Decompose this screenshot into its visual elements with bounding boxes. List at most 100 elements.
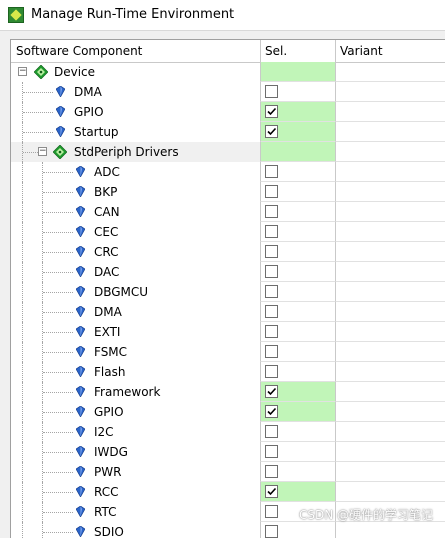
collapse-toggle-icon[interactable]: −	[18, 67, 27, 76]
variant-cell[interactable]	[335, 262, 445, 282]
column-header-software-component[interactable]: Software Component	[16, 44, 142, 58]
variant-cell[interactable]	[335, 302, 445, 322]
variant-cell[interactable]	[335, 242, 445, 262]
variant-cell[interactable]	[335, 362, 445, 382]
sel-cell	[260, 482, 335, 502]
tree-row[interactable]: DAC	[11, 262, 445, 282]
component-label: SDIO	[94, 525, 124, 538]
variant-cell[interactable]	[335, 462, 445, 482]
component-gem-icon	[75, 185, 86, 198]
checkbox-unchecked[interactable]	[265, 85, 278, 98]
component-gem-icon	[75, 245, 86, 258]
checkbox-checked[interactable]	[265, 385, 278, 398]
checkbox-unchecked[interactable]	[265, 225, 278, 238]
component-label: RTC	[94, 505, 117, 519]
tree-row[interactable]: Flash	[11, 362, 445, 382]
variant-cell[interactable]	[335, 102, 445, 122]
checkbox-unchecked[interactable]	[265, 285, 278, 298]
tree-row[interactable]: IWDG	[11, 442, 445, 462]
component-gem-icon	[75, 425, 86, 438]
component-label: CAN	[94, 205, 120, 219]
collapse-toggle-icon[interactable]: −	[38, 147, 47, 156]
tree-row[interactable]: FSMC	[11, 342, 445, 362]
tree-row[interactable]: CRC	[11, 242, 445, 262]
tree-row[interactable]: CAN	[11, 202, 445, 222]
component-gem-icon	[75, 325, 86, 338]
component-gem-icon	[75, 365, 86, 378]
tree-row[interactable]: DMA	[11, 302, 445, 322]
variant-cell[interactable]	[335, 282, 445, 302]
component-cell: Startup	[11, 122, 260, 142]
sel-cell	[260, 422, 335, 442]
variant-cell[interactable]	[335, 82, 445, 102]
component-label: I2C	[94, 425, 114, 439]
tree-row[interactable]: CEC	[11, 222, 445, 242]
tree-row[interactable]: − StdPeriph Drivers	[11, 142, 445, 162]
tree-row[interactable]: − Device	[11, 62, 445, 82]
component-cell: RCC	[11, 482, 260, 502]
variant-cell[interactable]	[335, 62, 445, 82]
variant-cell[interactable]	[335, 382, 445, 402]
tree-row[interactable]: PWR	[11, 462, 445, 482]
variant-cell[interactable]	[335, 322, 445, 342]
tree-row[interactable]: GPIO	[11, 402, 445, 422]
sel-cell	[260, 362, 335, 382]
component-label: DMA	[74, 85, 102, 99]
variant-cell[interactable]	[335, 342, 445, 362]
tree-row[interactable]: BKP	[11, 182, 445, 202]
tree-row[interactable]: RCC	[11, 482, 445, 502]
tree-row[interactable]: DBGMCU	[11, 282, 445, 302]
variant-cell[interactable]	[335, 162, 445, 182]
tree-row[interactable]: SDIO	[11, 522, 445, 538]
checkbox-unchecked[interactable]	[265, 325, 278, 338]
variant-cell[interactable]	[335, 202, 445, 222]
tree-row[interactable]: GPIO	[11, 102, 445, 122]
checkbox-unchecked[interactable]	[265, 345, 278, 358]
variant-cell[interactable]	[335, 222, 445, 242]
variant-cell[interactable]	[335, 402, 445, 422]
checkbox-unchecked[interactable]	[265, 505, 278, 518]
checkbox-unchecked[interactable]	[265, 525, 278, 538]
variant-cell[interactable]	[335, 482, 445, 502]
variant-cell[interactable]	[335, 442, 445, 462]
checkbox-unchecked[interactable]	[265, 185, 278, 198]
component-cell: Framework	[11, 382, 260, 402]
tree-row[interactable]: I2C	[11, 422, 445, 442]
tree-row[interactable]: Framework	[11, 382, 445, 402]
variant-cell[interactable]	[335, 142, 445, 162]
checkbox-unchecked[interactable]	[265, 245, 278, 258]
checkbox-unchecked[interactable]	[265, 425, 278, 438]
variant-cell[interactable]	[335, 422, 445, 442]
checkbox-checked[interactable]	[265, 105, 278, 118]
checkbox-unchecked[interactable]	[265, 305, 278, 318]
component-gem-icon	[75, 465, 86, 478]
component-cell: DAC	[11, 262, 260, 282]
sel-cell	[260, 222, 335, 242]
checkbox-unchecked[interactable]	[265, 445, 278, 458]
component-label: CEC	[94, 225, 119, 239]
tree-row[interactable]: EXTI	[11, 322, 445, 342]
checkbox-checked[interactable]	[265, 125, 278, 138]
sel-cell	[260, 62, 335, 82]
tree-row[interactable]: Startup	[11, 122, 445, 142]
checkbox-checked[interactable]	[265, 405, 278, 418]
sel-cell	[260, 262, 335, 282]
column-header-sel[interactable]: Sel.	[265, 44, 287, 58]
sel-cell	[260, 462, 335, 482]
checkbox-unchecked[interactable]	[265, 165, 278, 178]
checkbox-unchecked[interactable]	[265, 205, 278, 218]
checkbox-checked[interactable]	[265, 485, 278, 498]
variant-cell[interactable]	[335, 522, 445, 538]
tree-row[interactable]: DMA	[11, 82, 445, 102]
component-label: PWR	[94, 465, 122, 479]
sel-cell	[260, 402, 335, 422]
checkbox-unchecked[interactable]	[265, 465, 278, 478]
component-cell: GPIO	[11, 102, 260, 122]
component-cell: BKP	[11, 182, 260, 202]
variant-cell[interactable]	[335, 182, 445, 202]
variant-cell[interactable]	[335, 122, 445, 142]
checkbox-unchecked[interactable]	[265, 365, 278, 378]
checkbox-unchecked[interactable]	[265, 265, 278, 278]
column-header-variant[interactable]: Variant	[340, 44, 383, 58]
tree-row[interactable]: ADC	[11, 162, 445, 182]
